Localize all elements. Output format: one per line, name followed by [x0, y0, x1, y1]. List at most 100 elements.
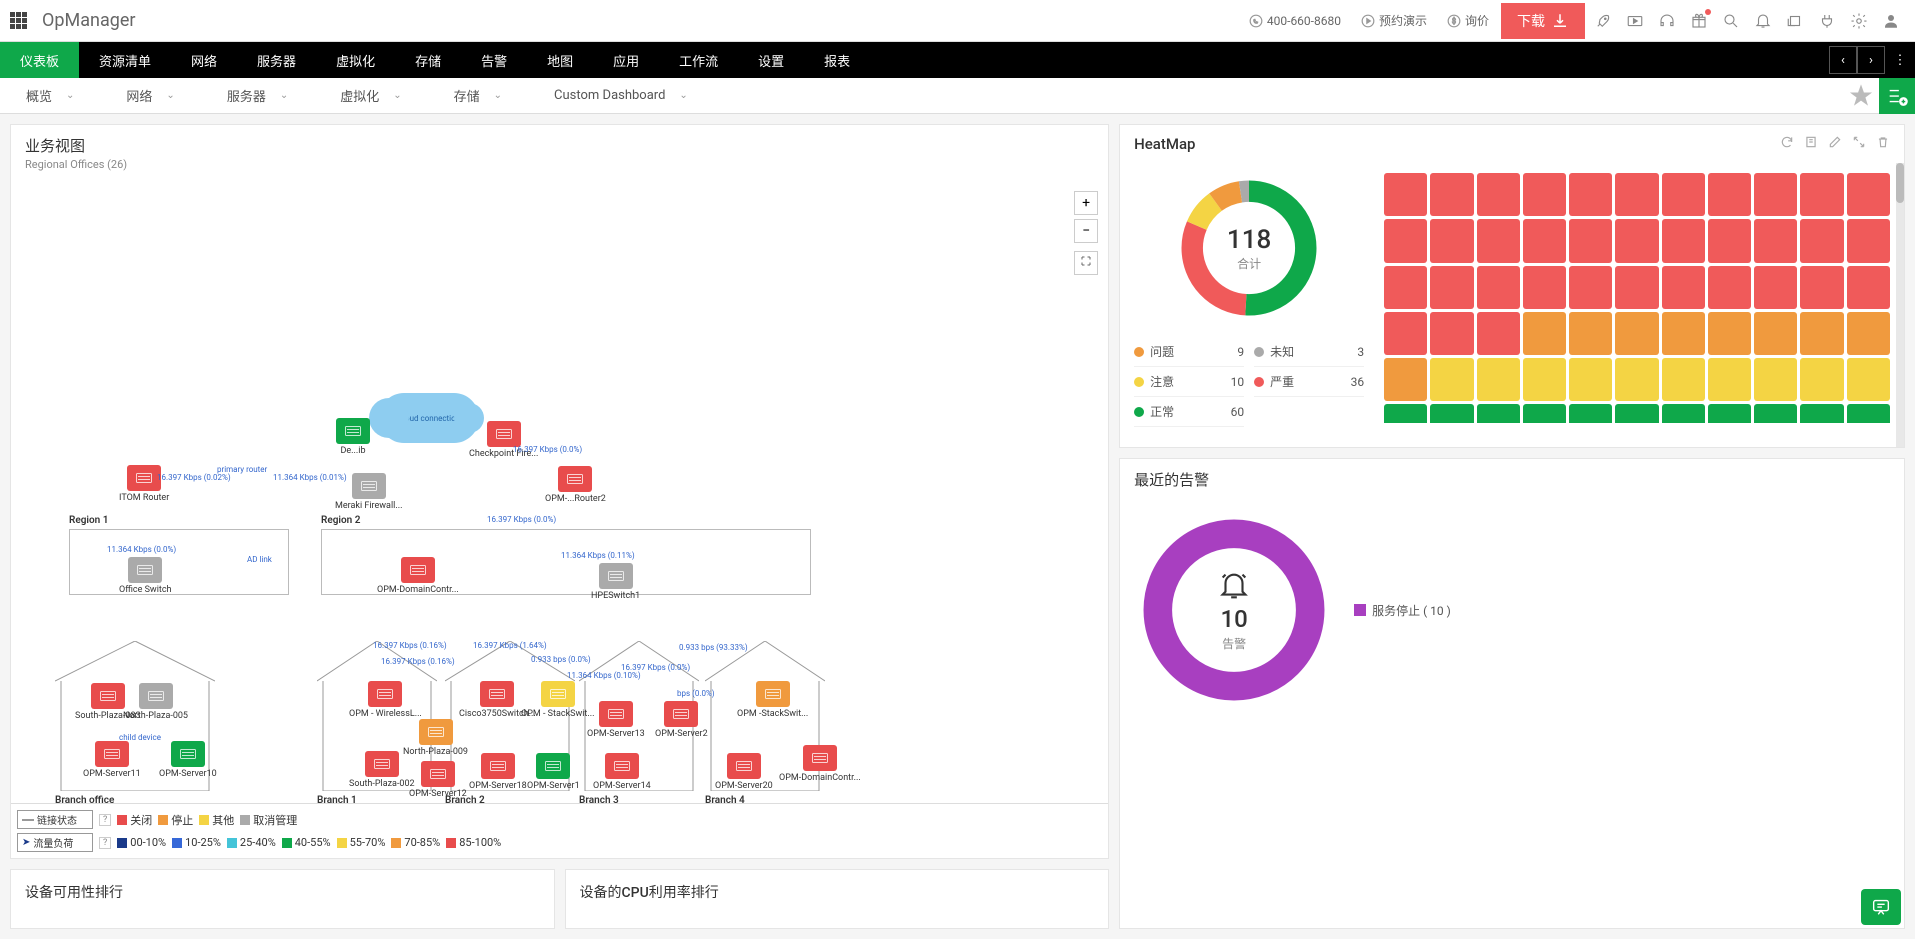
heatmap-cell[interactable] — [1523, 266, 1566, 309]
search-icon[interactable] — [1717, 7, 1745, 35]
heatmap-cell[interactable] — [1847, 404, 1890, 423]
nav1-item-2[interactable]: 网络 — [171, 42, 237, 78]
nav1-item-3[interactable]: 服务器 — [237, 42, 316, 78]
nav1-item-9[interactable]: 工作流 — [659, 42, 738, 78]
heatmap-cell[interactable] — [1754, 312, 1797, 355]
heatmap-cell[interactable] — [1754, 404, 1797, 423]
layers-icon[interactable] — [1781, 7, 1809, 35]
heatmap-cell[interactable] — [1662, 404, 1705, 423]
zoom-in-button[interactable]: + — [1074, 191, 1098, 215]
heatmap-cell[interactable] — [1569, 312, 1612, 355]
heatmap-cell[interactable] — [1384, 358, 1427, 401]
heatmap-cell[interactable] — [1569, 358, 1612, 401]
nav1-item-6[interactable]: 告警 — [461, 42, 527, 78]
nav2-item-1[interactable]: 网络⌄ — [100, 86, 200, 105]
heatmap-cell[interactable] — [1708, 404, 1751, 423]
quote-chip[interactable]: $ 询价 — [1439, 9, 1497, 32]
refresh-icon[interactable] — [1780, 135, 1794, 153]
phone-chip[interactable]: 400-660-8680 — [1241, 11, 1349, 31]
topology-node[interactable]: OPM-Server12 — [409, 761, 467, 799]
gear-icon[interactable] — [1845, 7, 1873, 35]
nav2-item-0[interactable]: 概览⌄ — [0, 86, 100, 105]
heatmap-cell[interactable] — [1569, 219, 1612, 262]
heatmap-cell[interactable] — [1708, 266, 1751, 309]
topology-node[interactable]: De...ib — [336, 418, 370, 456]
heatmap-cell[interactable] — [1615, 219, 1658, 262]
heatmap-cell[interactable] — [1615, 266, 1658, 309]
export-icon[interactable] — [1804, 135, 1818, 153]
heatmap-cell[interactable] — [1569, 173, 1612, 216]
topology-node[interactable]: OPM -StackSwit... — [737, 681, 808, 719]
download-button[interactable]: 下载 — [1501, 3, 1585, 39]
bell-icon[interactable] — [1749, 7, 1777, 35]
heatmap-cell[interactable] — [1662, 219, 1705, 262]
heatmap-cell[interactable] — [1615, 404, 1658, 423]
topology-node[interactable]: OPM-DomainContr... — [779, 745, 861, 783]
legend-help-icon[interactable]: ? — [99, 814, 111, 826]
nav-more-button[interactable]: ⋮ — [1885, 53, 1915, 68]
heatmap-cell[interactable] — [1708, 358, 1751, 401]
topology-node[interactable]: North-Plaza-005 — [123, 683, 188, 721]
legend-help-icon[interactable]: ? — [99, 837, 111, 849]
heatmap-cell[interactable] — [1477, 266, 1520, 309]
heatmap-cell[interactable] — [1430, 173, 1473, 216]
rocket-icon[interactable] — [1589, 7, 1617, 35]
heatmap-legend-item[interactable]: 注意10 — [1134, 367, 1244, 397]
topology-node[interactable]: North-Plaza-009 — [403, 719, 468, 757]
headset-icon[interactable] — [1653, 7, 1681, 35]
fullscreen-button[interactable] — [1074, 251, 1098, 275]
heatmap-legend-item[interactable]: 未知3 — [1254, 337, 1364, 367]
add-dashboard-button[interactable] — [1879, 78, 1915, 114]
heatmap-legend-item[interactable]: 问题9 — [1134, 337, 1244, 367]
heatmap-cell[interactable] — [1800, 173, 1843, 216]
heatmap-cell[interactable] — [1754, 358, 1797, 401]
heatmap-cell[interactable] — [1430, 219, 1473, 262]
topology-node[interactable]: Office Switch — [119, 557, 172, 595]
heatmap-cell[interactable] — [1708, 312, 1751, 355]
nav-next-button[interactable]: › — [1857, 46, 1885, 74]
heatmap-cell[interactable] — [1708, 173, 1751, 216]
heatmap-cell[interactable] — [1754, 266, 1797, 309]
heatmap-cell[interactable] — [1384, 312, 1427, 355]
nav1-item-0[interactable]: 仪表板 — [0, 42, 79, 78]
heatmap-cell[interactable] — [1477, 219, 1520, 262]
topology-node[interactable]: OPM-...Router2 — [545, 466, 606, 504]
heatmap-cell[interactable] — [1615, 358, 1658, 401]
topology-node[interactable]: OPM-Server10 — [159, 741, 217, 779]
favorite-icon[interactable] — [1847, 82, 1875, 110]
topology-node[interactable]: OPM-Server2 — [655, 701, 708, 739]
nav1-item-7[interactable]: 地图 — [527, 42, 593, 78]
heatmap-cell[interactable] — [1430, 312, 1473, 355]
heatmap-cell[interactable] — [1800, 219, 1843, 262]
heatmap-legend-item[interactable]: 严重36 — [1254, 367, 1364, 397]
delete-icon[interactable] — [1876, 135, 1890, 153]
nav1-item-4[interactable]: 虚拟化 — [316, 42, 395, 78]
topology-node[interactable]: OPM - StackSwit... — [521, 681, 595, 719]
topology-node[interactable]: OPM-Server20 — [715, 753, 773, 791]
nav1-item-5[interactable]: 存储 — [395, 42, 461, 78]
heatmap-cell[interactable] — [1477, 312, 1520, 355]
heatmap-cell[interactable] — [1569, 404, 1612, 423]
scrollbar[interactable] — [1896, 163, 1904, 447]
nav2-item-5[interactable]: Custom Dashboard⌄ — [528, 86, 714, 105]
heatmap-cell[interactable] — [1523, 404, 1566, 423]
nav2-item-2[interactable]: 服务器⌄ — [201, 86, 314, 105]
nav1-item-8[interactable]: 应用 — [593, 42, 659, 78]
heatmap-cell[interactable] — [1615, 312, 1658, 355]
heatmap-cell[interactable] — [1523, 173, 1566, 216]
heatmap-cell[interactable] — [1430, 358, 1473, 401]
heatmap-cell[interactable] — [1662, 312, 1705, 355]
heatmap-cell[interactable] — [1662, 266, 1705, 309]
alarms-donut-chart[interactable]: 10 告警 — [1134, 510, 1334, 710]
heatmap-cell[interactable] — [1847, 173, 1890, 216]
topology-node[interactable]: ITOM Router — [119, 465, 169, 503]
apps-grid-icon[interactable] — [10, 12, 28, 30]
nav1-item-10[interactable]: 设置 — [738, 42, 804, 78]
heatmap-cell[interactable] — [1477, 404, 1520, 423]
cloud-node[interactable]: Cloud connection — [379, 393, 479, 443]
heatmap-cell[interactable] — [1430, 404, 1473, 423]
edit-icon[interactable] — [1828, 135, 1842, 153]
nav2-item-4[interactable]: 存储⌄ — [428, 86, 528, 105]
heatmap-cell[interactable] — [1847, 358, 1890, 401]
heatmap-cell[interactable] — [1800, 312, 1843, 355]
